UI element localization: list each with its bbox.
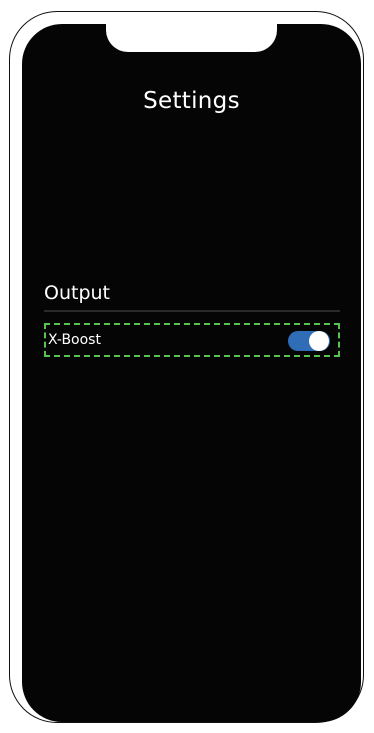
setting-row-x-boost[interactable]: X-Boost (44, 323, 340, 357)
phone-screen: Settings Output X-Boost (22, 24, 361, 722)
x-boost-toggle[interactable] (288, 331, 330, 351)
phone-notch (106, 24, 277, 52)
section-header-output: Output (44, 282, 110, 304)
toggle-knob (309, 331, 329, 351)
page-title: Settings (143, 88, 240, 114)
section-divider (44, 310, 340, 312)
setting-label-x-boost: X-Boost (48, 332, 101, 348)
